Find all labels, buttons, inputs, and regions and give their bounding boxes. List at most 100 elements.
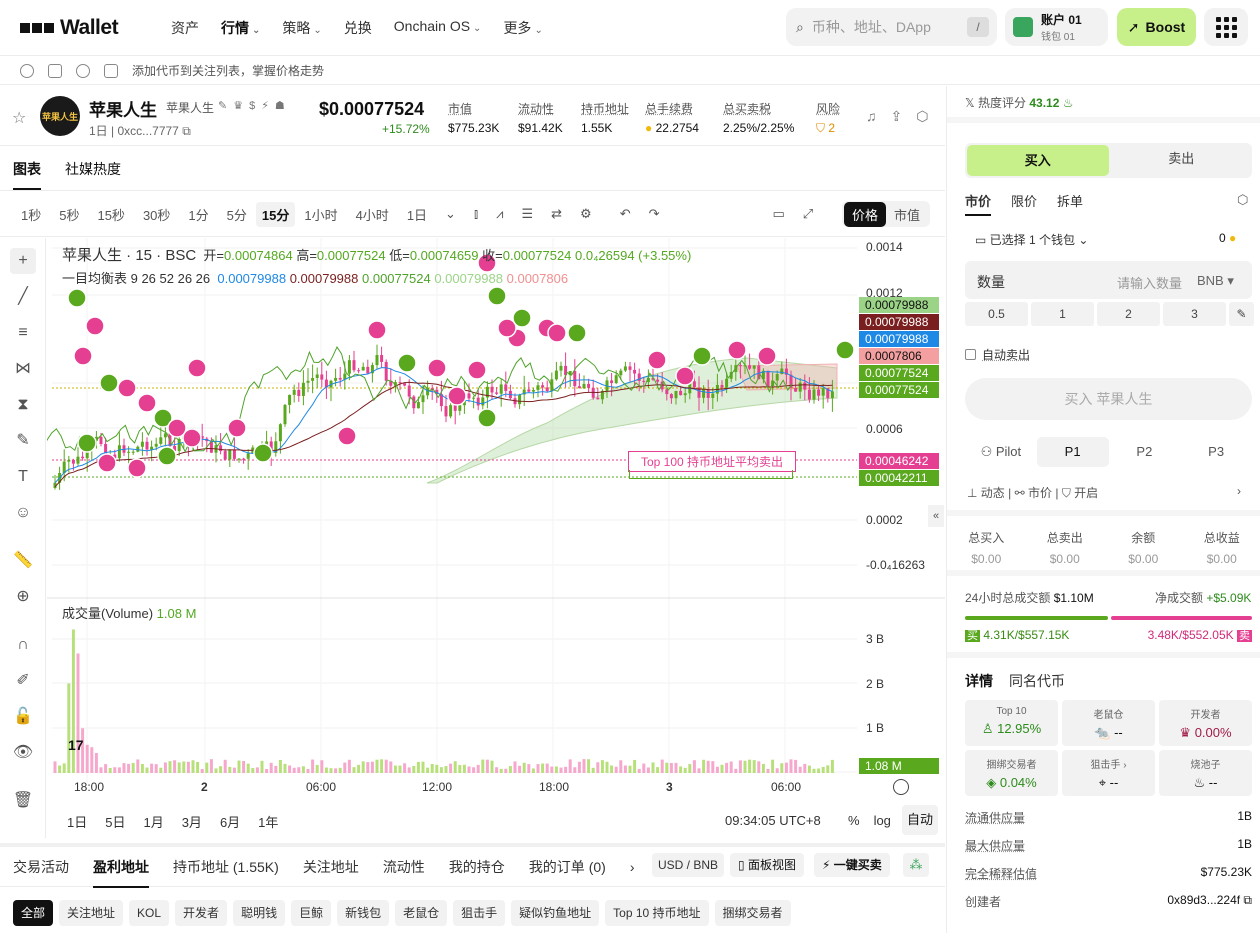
tradingview-logo[interactable]: 17 xyxy=(68,737,96,757)
fib-icon[interactable]: ≡ xyxy=(10,320,36,346)
currency-toggle[interactable]: USD / BNB xyxy=(652,853,724,877)
timeframe-5m[interactable]: 5分 xyxy=(218,205,256,224)
heat-score[interactable]: 𝕏 热度评分 43.12 ♨ xyxy=(965,94,1074,111)
time-settings-icon[interactable] xyxy=(893,779,909,795)
timeframe-1s[interactable]: 1秒 xyxy=(12,205,50,224)
history-icon[interactable] xyxy=(76,64,90,78)
layout-icon[interactable]: ▭ xyxy=(764,206,794,222)
list-icon[interactable] xyxy=(104,64,118,78)
account-switcher[interactable]: 账户 01 钱包 01 xyxy=(1005,8,1108,46)
timeframe-15s[interactable]: 15秒 xyxy=(88,205,133,224)
preset-0-5[interactable]: 0.5 xyxy=(965,302,1028,326)
timeframe-1d[interactable]: 1日 xyxy=(398,205,436,224)
nav-item-market[interactable]: 行情 ⌄ xyxy=(221,18,260,38)
range-1y[interactable]: 1年 xyxy=(258,812,278,831)
alert-bell-icon[interactable]: ♫ xyxy=(866,108,877,125)
preset-p2[interactable]: P2 xyxy=(1109,437,1181,467)
nav-item-assets[interactable]: 资产 xyxy=(171,18,199,38)
tab-trades[interactable]: 交易活动 xyxy=(13,857,69,877)
wallet-selector[interactable]: ▭ 已选择 1 个钱包 ⌄ xyxy=(975,231,1088,248)
order-type-split[interactable]: 拆单 xyxy=(1057,191,1083,216)
auto-scale[interactable]: 自动 xyxy=(902,805,938,835)
chevron-down-icon[interactable]: ⌄ xyxy=(436,206,465,222)
filter-kol[interactable]: KOL xyxy=(129,900,169,926)
card-burn[interactable]: 烧池子 ♨ -- xyxy=(1159,750,1252,796)
timeframe-1m[interactable]: 1分 xyxy=(179,205,217,224)
filter-sniper[interactable]: 狙击手 xyxy=(453,900,505,926)
emoji-icon[interactable]: ☺ xyxy=(10,500,36,526)
trendline-icon[interactable]: ╱ xyxy=(10,284,36,310)
auto-sell-checkbox[interactable]: 自动卖出 xyxy=(965,346,1030,363)
range-1d[interactable]: 1日 xyxy=(67,812,87,831)
nav-item-swap[interactable]: 兑换 xyxy=(344,18,372,38)
more-icon[interactable]: ⬡ xyxy=(916,108,928,125)
preset-p1[interactable]: P1 xyxy=(1037,437,1109,467)
crosshair-icon[interactable]: + xyxy=(10,248,36,274)
bubble-map-icon[interactable]: ⁂ xyxy=(903,853,929,877)
quantity-input[interactable]: 数量 请输入数量 BNB ▾ xyxy=(965,261,1252,299)
tab-chart[interactable]: 图表 xyxy=(13,159,41,190)
range-6m[interactable]: 6月 xyxy=(220,812,240,831)
apps-grid-button[interactable] xyxy=(1204,8,1248,46)
copy-icon[interactable]: ⧉ xyxy=(182,124,191,138)
card-top10[interactable]: Top 10 ♙ 12.95% xyxy=(965,700,1058,746)
stat-risk[interactable]: 风险 ⛉ 2 xyxy=(816,100,840,136)
filter-whale[interactable]: 巨鲸 xyxy=(291,900,331,926)
tab-my-orders[interactable]: 我的订单 (0) xyxy=(529,857,606,877)
quantity-unit[interactable]: BNB ▾ xyxy=(1197,273,1234,289)
tab-watched-addresses[interactable]: 关注地址 xyxy=(303,857,359,877)
text-icon[interactable]: T xyxy=(10,464,36,490)
filter-watched[interactable]: 关注地址 xyxy=(59,900,123,926)
filter-bundlers[interactable]: 捆绑交易者 xyxy=(715,900,791,926)
creator-address[interactable]: 0x89d3...224f ⧉ xyxy=(1167,893,1252,910)
trash-icon[interactable]: 🗑 xyxy=(10,788,36,814)
lock-icon[interactable]: 🔓 xyxy=(10,704,36,730)
card-dev[interactable]: 开发者 ♛ 0.00% xyxy=(1159,700,1252,746)
search-box[interactable]: ⌕ 币种、地址、DApp / xyxy=(786,8,997,46)
projection-icon[interactable]: ⧗ xyxy=(10,392,36,418)
tab-details[interactable]: 详情 xyxy=(965,671,993,691)
toggle-price[interactable]: 价格 xyxy=(844,202,886,227)
range-5d[interactable]: 5日 xyxy=(105,812,125,831)
order-type-limit[interactable]: 限价 xyxy=(1011,191,1037,216)
filter-smart-money[interactable]: 聪明钱 xyxy=(233,900,285,926)
log-scale[interactable]: log xyxy=(874,813,891,828)
edit-icon[interactable]: ✎ xyxy=(1229,302,1254,326)
card-bundlers[interactable]: 捆绑交易者 ◈ 0.04% xyxy=(965,750,1058,796)
buy-submit-button[interactable]: 买入 苹果人生 xyxy=(965,378,1252,420)
token-address[interactable]: 0xcc...7777 xyxy=(117,124,178,138)
filter-dev[interactable]: 开发者 xyxy=(175,900,227,926)
filter-insider[interactable]: 老鼠仓 xyxy=(395,900,447,926)
watchlist-icon[interactable] xyxy=(48,64,62,78)
panel-view-button[interactable]: ▯ 面板视图 xyxy=(730,853,804,877)
nav-item-more[interactable]: 更多 ⌄ xyxy=(503,18,542,38)
tab-same-name[interactable]: 同名代币 xyxy=(1009,671,1065,691)
pilot-options[interactable]: ⊥ 动态 | ⚯ 市价 | ⛉ 开启 › xyxy=(967,484,1247,501)
chevron-right-icon[interactable]: › xyxy=(630,859,635,875)
settings-icon[interactable] xyxy=(20,64,34,78)
range-3m[interactable]: 3月 xyxy=(182,812,202,831)
collapse-icon[interactable]: « xyxy=(928,505,944,527)
indicators-icon[interactable]: ⩘ xyxy=(487,206,512,222)
template-icon[interactable]: ☰ xyxy=(512,206,542,222)
favorite-star-icon[interactable]: ☆ xyxy=(12,108,26,128)
undo-icon[interactable]: ↶ xyxy=(611,206,640,222)
sell-tab[interactable]: 卖出 xyxy=(1111,143,1253,178)
timeframe-1h[interactable]: 1小时 xyxy=(295,205,346,224)
tab-liquidity[interactable]: 流动性 xyxy=(383,857,425,877)
tab-my-positions[interactable]: 我的持仓 xyxy=(449,857,505,877)
buy-tab[interactable]: 买入 xyxy=(967,145,1109,176)
toggle-mcap[interactable]: 市值 xyxy=(886,202,928,227)
lock-draw-icon[interactable]: ✐ xyxy=(10,668,36,694)
filter-new-wallet[interactable]: 新钱包 xyxy=(337,900,389,926)
fullscreen-icon[interactable]: ⤢ xyxy=(794,206,822,222)
tab-profit-addresses[interactable]: 盈利地址 xyxy=(93,857,149,888)
nav-item-strategy[interactable]: 策略 ⌄ xyxy=(282,18,321,38)
price-chart[interactable] xyxy=(47,238,945,802)
ruler-icon[interactable]: 📏 xyxy=(10,548,36,574)
card-sniper[interactable]: 狙击手 › ⌖ -- xyxy=(1062,750,1155,796)
preset-1[interactable]: 1 xyxy=(1031,302,1094,326)
filter-all[interactable]: 全部 xyxy=(13,900,53,926)
magnet-icon[interactable]: ∩ xyxy=(10,632,36,658)
timeframe-15m[interactable]: 15分 xyxy=(256,202,295,227)
